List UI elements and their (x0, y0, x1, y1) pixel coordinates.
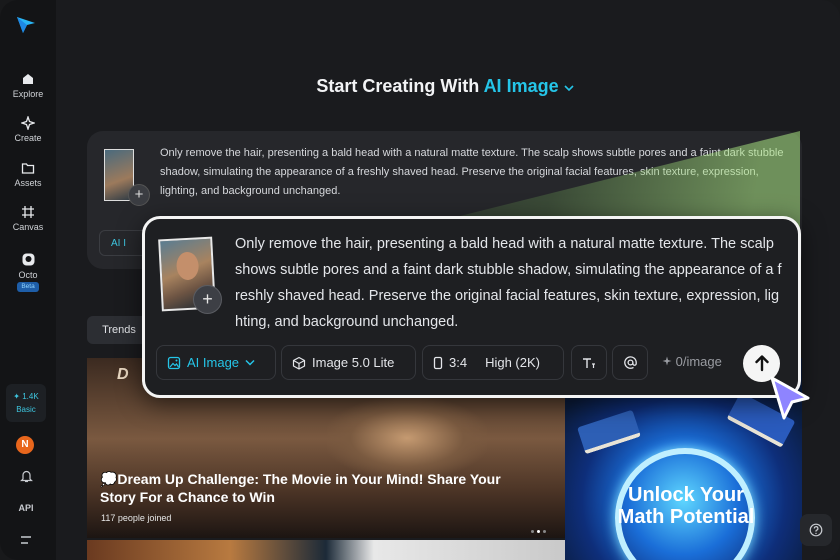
plan-label: Basic (16, 405, 36, 414)
page-title: Start Creating With AI Image (0, 76, 840, 97)
add-image-button[interactable]: + (193, 285, 222, 314)
sidebar-item-create[interactable]: Create (0, 116, 56, 143)
text-style-button[interactable] (571, 345, 607, 380)
at-sign-icon (623, 356, 637, 369)
banner-artwork (327, 398, 487, 478)
help-button[interactable] (800, 514, 832, 546)
mouse-pointer-icon (770, 376, 810, 420)
credit-cost-label: 0/image (675, 354, 722, 369)
face-photo (175, 251, 200, 281)
octo-icon (22, 253, 34, 266)
sidebar-item-label: Octo (18, 270, 38, 280)
quality-label: High (2K) (485, 355, 540, 370)
canvas-icon (22, 206, 34, 218)
sidebar-item-label: Assets (14, 178, 42, 188)
model-label: Image 5.0 Lite (312, 355, 395, 370)
banner-logo: D (117, 366, 129, 383)
banner-joined-count: 117 people joined (101, 513, 172, 523)
mode-selector[interactable]: AI Image (484, 76, 574, 96)
bell-icon (19, 470, 33, 483)
sparkle-icon (21, 116, 35, 130)
sparkle-icon (662, 356, 672, 366)
menu-icon (21, 536, 31, 544)
gallery-row[interactable] (87, 540, 565, 560)
app-logo-icon[interactable] (15, 15, 37, 35)
aspect-ratio-icon (433, 356, 443, 369)
mode-chip-label: AI I (111, 238, 127, 249)
cube-icon (292, 356, 306, 370)
sidebar-item-label: Create (14, 133, 42, 143)
avatar[interactable]: N (16, 436, 34, 454)
menu-button[interactable] (0, 535, 52, 547)
prompt-input[interactable]: Only remove the hair, presenting a bald … (235, 231, 785, 335)
notification-bell[interactable] (0, 469, 52, 485)
help-icon (809, 523, 823, 537)
promo-text: Unlock Your Math Potential (617, 484, 755, 528)
credits-amount: ✦ 1.4K (13, 392, 39, 401)
arrow-up-icon (754, 355, 769, 372)
app-window: Explore Create Assets Canvas Octo Beta ✦… (0, 0, 840, 560)
mention-button[interactable] (612, 345, 648, 380)
mode-dropdown[interactable]: AI Image (156, 345, 276, 380)
banner-title: 💭Dream Up Challenge: The Movie in Your M… (100, 471, 501, 505)
image-icon (167, 356, 181, 369)
chevron-down-icon (564, 85, 574, 92)
title-prefix: Start Creating With (316, 76, 480, 96)
model-selector[interactable]: Image 5.0 Lite (281, 345, 416, 380)
resolution-selector[interactable]: 3:4 High (2K) (422, 345, 564, 380)
text-format-icon (583, 357, 595, 368)
chevron-down-icon (245, 359, 255, 366)
beta-badge: Beta (17, 282, 39, 292)
mode-dropdown-label: AI Image (187, 355, 240, 370)
credits-badge[interactable]: ✦ 1.4K Basic (6, 384, 46, 422)
folder-icon (21, 163, 35, 174)
carousel-dots[interactable] (531, 520, 549, 538)
sidebar-item-label: Canvas (12, 222, 44, 232)
sidebar-item-octo[interactable]: Octo Beta (0, 252, 56, 292)
sidebar-item-assets[interactable]: Assets (0, 161, 56, 188)
mode-label: AI Image (483, 76, 559, 96)
sidebar-item-canvas[interactable]: Canvas (0, 205, 56, 232)
api-link[interactable]: API (0, 503, 52, 513)
ratio-label: 3:4 (449, 355, 468, 370)
add-image-button[interactable]: + (128, 184, 150, 206)
credit-cost: 0/image (662, 354, 722, 369)
